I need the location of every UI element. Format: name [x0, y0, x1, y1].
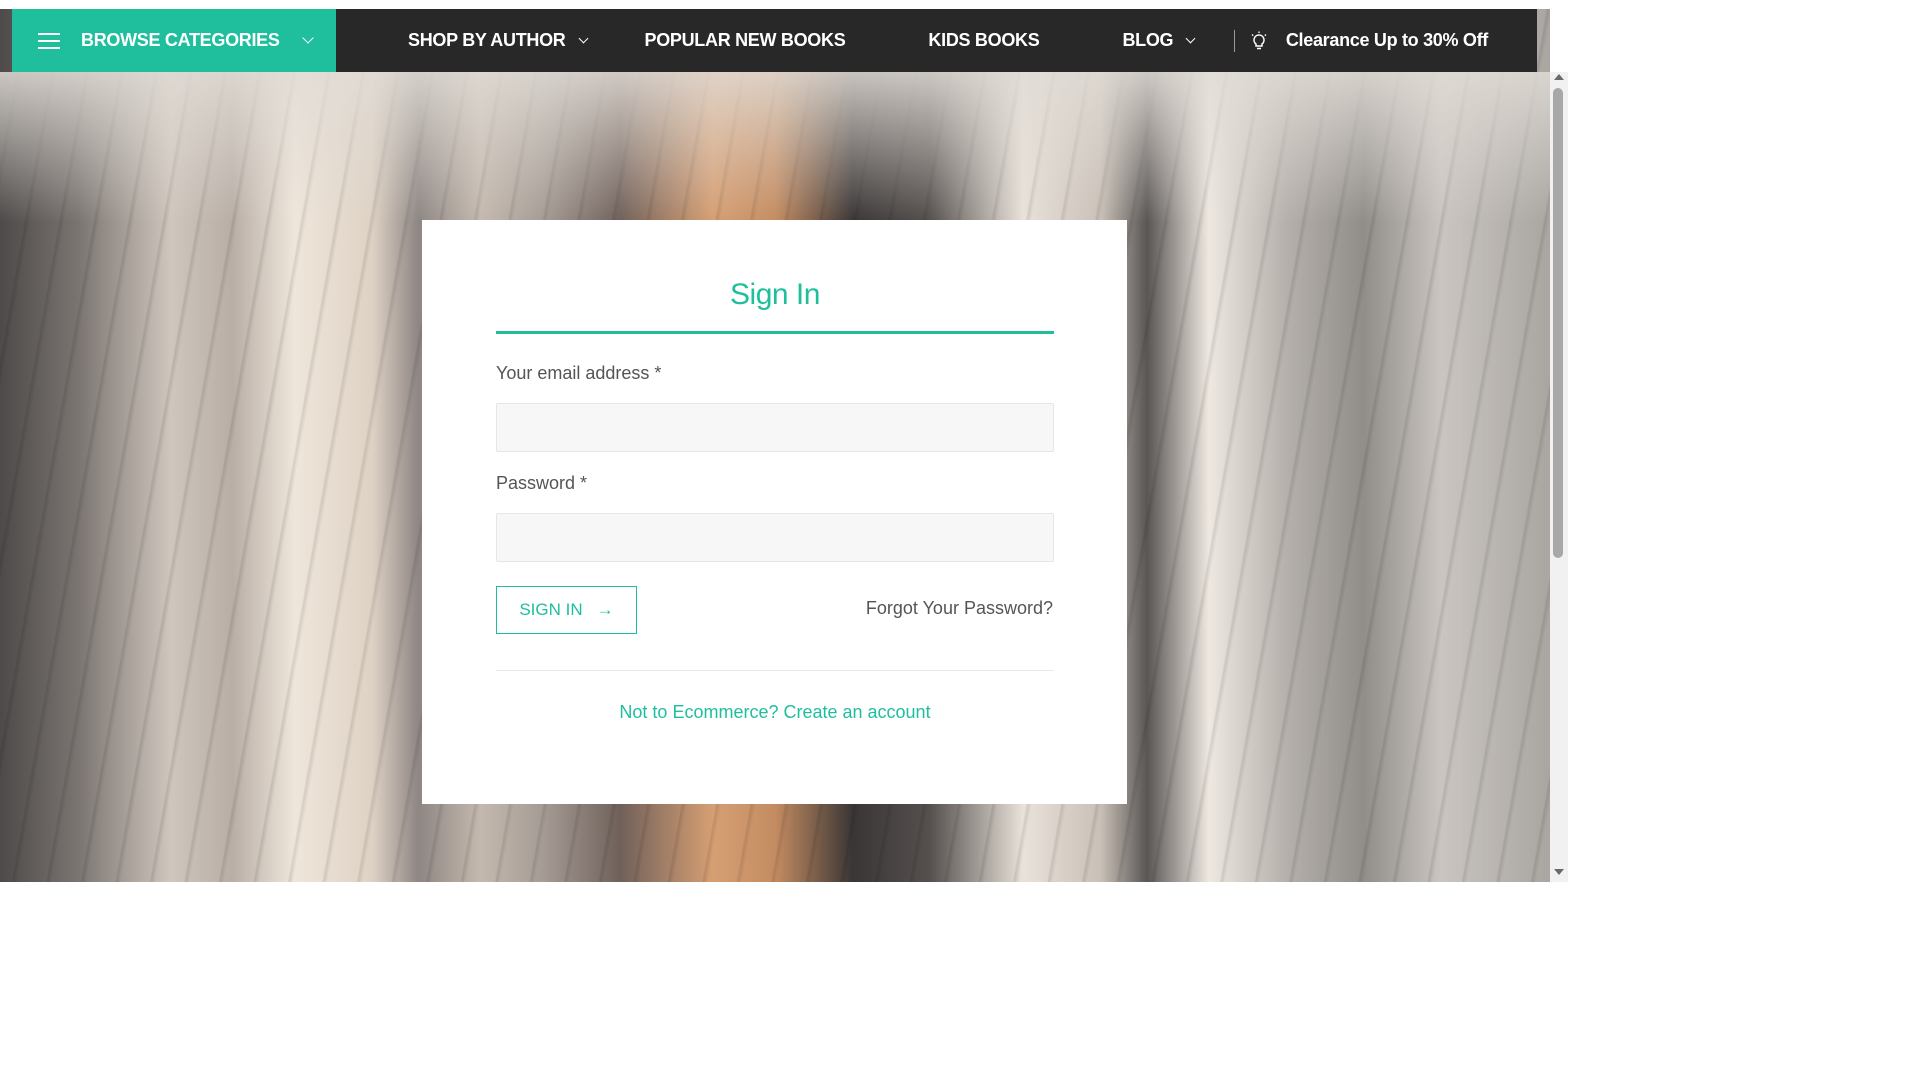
forgot-password-link[interactable]: Forgot Your Password?: [866, 598, 1053, 619]
nav-item-popular-new-books[interactable]: POPULAR NEW BOOKS: [645, 30, 846, 51]
clearance-text: Clearance Up to 30% Off: [1285, 30, 1488, 50]
email-field[interactable]: [496, 403, 1054, 452]
nav-item-label: SHOP BY AUTHOR: [408, 30, 566, 50]
signin-title: Sign In: [730, 278, 820, 311]
nav-separator: [1233, 29, 1235, 52]
sign-in-label: SIGN IN: [519, 600, 583, 619]
divider: [496, 670, 1054, 671]
nav-item-shop-by-author[interactable]: SHOP BY AUTHOR: [408, 30, 588, 51]
password-field[interactable]: [496, 513, 1054, 562]
top-strip: [0, 0, 1568, 9]
hamburger-icon: [38, 32, 60, 49]
chevron-down-icon: [578, 33, 588, 43]
chevron-down-icon: [302, 32, 314, 44]
create-account-link[interactable]: Not to Ecommerce? Create an account: [496, 702, 1054, 723]
nav-item-label: BLOG: [1122, 30, 1174, 50]
nav-item-kids-books[interactable]: KIDS BOOKS: [928, 30, 1039, 51]
nav-item-label: POPULAR NEW BOOKS: [644, 30, 846, 50]
background-overlay: [0, 72, 1550, 222]
password-label: Password *: [496, 473, 588, 493]
title-underline: [496, 331, 1054, 334]
main-navbar: BROWSE CATEGORIES SHOP BY AUTHOR POPULAR…: [12, 9, 1537, 72]
nav-items: SHOP BY AUTHOR POPULAR NEW BOOKS KIDS BO…: [336, 9, 1196, 72]
arrow-right-icon: →: [596, 600, 614, 619]
browse-categories-button[interactable]: BROWSE CATEGORIES: [12, 9, 336, 72]
sign-in-button[interactable]: SIGN IN →: [496, 586, 637, 634]
browse-categories-label: BROWSE CATEGORIES: [81, 30, 280, 50]
lightbulb-icon: [1251, 31, 1267, 49]
chevron-down-icon: [1185, 33, 1196, 43]
scroll-up-arrow-icon[interactable]: [1554, 74, 1564, 80]
scroll-down-arrow-icon[interactable]: [1554, 869, 1564, 875]
signin-card: Sign In Your email address * Password * …: [422, 220, 1127, 804]
clearance-promo[interactable]: Clearance Up to 30% Off: [1233, 9, 1537, 72]
email-label: Your email address *: [496, 363, 662, 383]
scrollbar-thumb[interactable]: [1553, 88, 1563, 558]
nav-item-blog[interactable]: BLOG: [1122, 30, 1196, 51]
nav-item-label: KIDS BOOKS: [928, 30, 1040, 50]
